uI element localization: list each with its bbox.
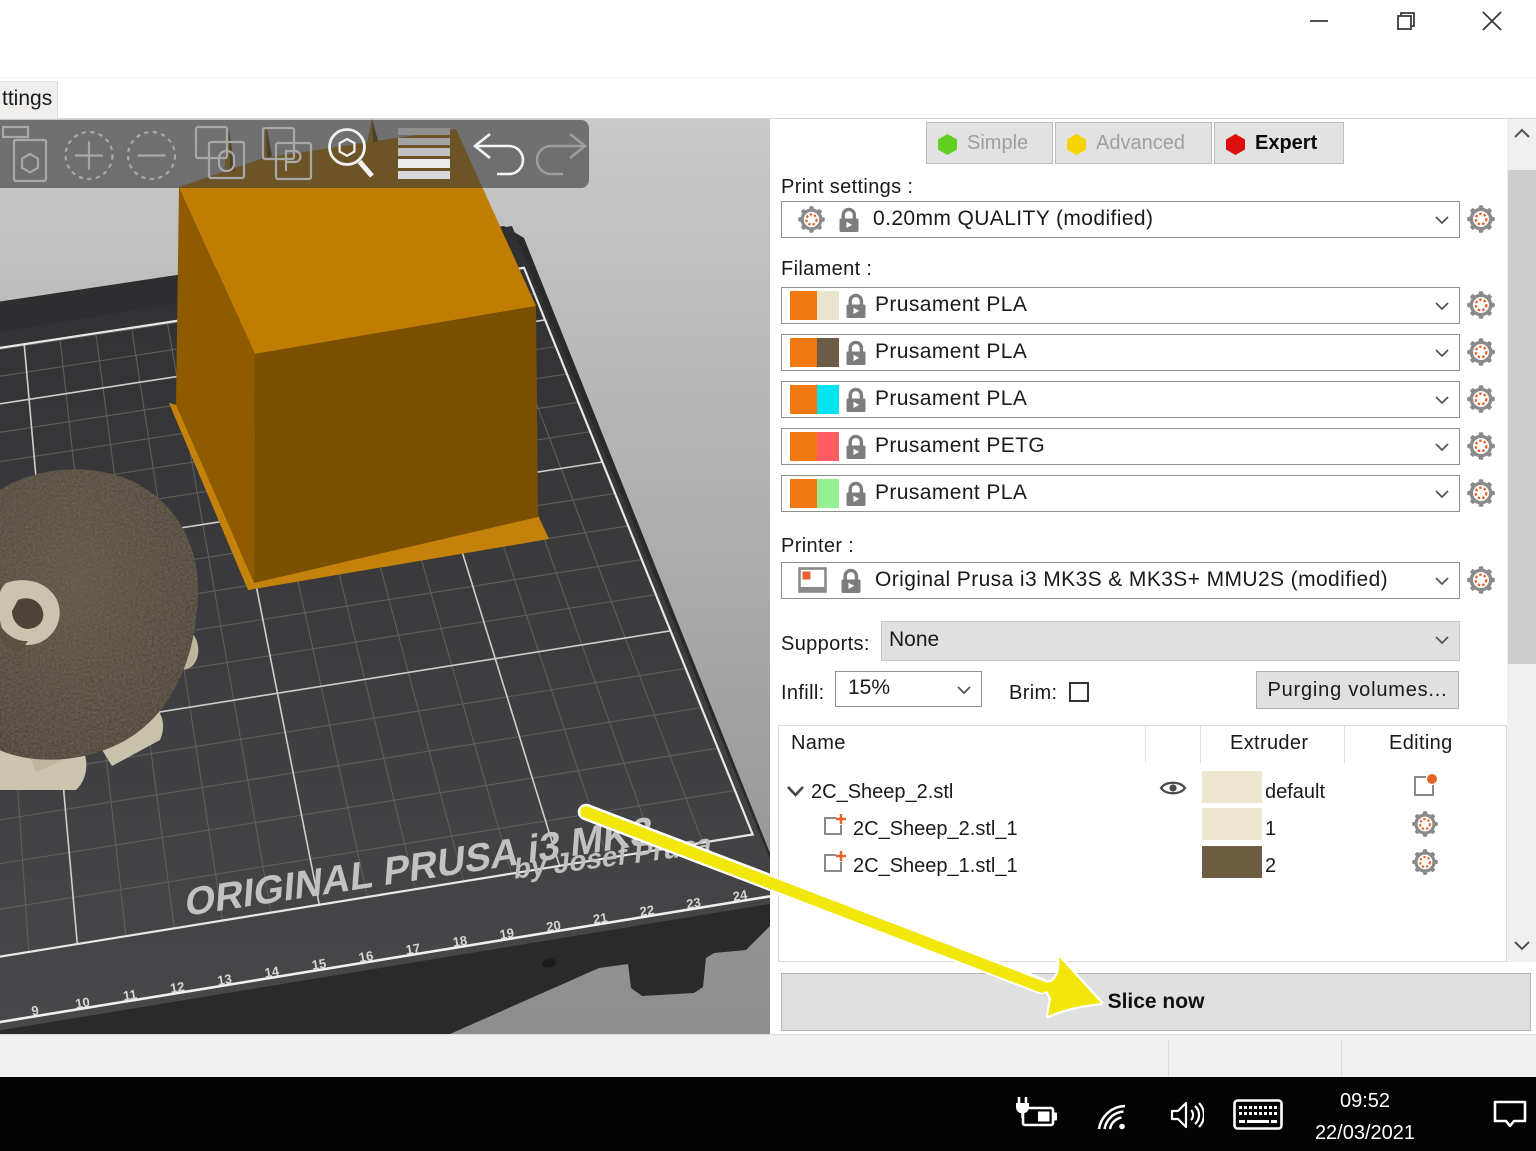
svg-text:17: 17	[405, 940, 422, 957]
svg-text:13: 13	[216, 971, 233, 988]
svg-text:12: 12	[169, 979, 186, 996]
svg-text:20: 20	[545, 917, 562, 934]
svg-text:18: 18	[452, 933, 469, 950]
svg-text:16: 16	[358, 948, 375, 965]
svg-text:10: 10	[74, 994, 91, 1011]
svg-text:19: 19	[498, 925, 515, 942]
svg-text:23: 23	[685, 895, 702, 912]
svg-text:11: 11	[122, 986, 138, 1003]
svg-text:21: 21	[592, 910, 609, 927]
svg-text:15: 15	[311, 956, 328, 973]
svg-text:22: 22	[639, 902, 656, 919]
